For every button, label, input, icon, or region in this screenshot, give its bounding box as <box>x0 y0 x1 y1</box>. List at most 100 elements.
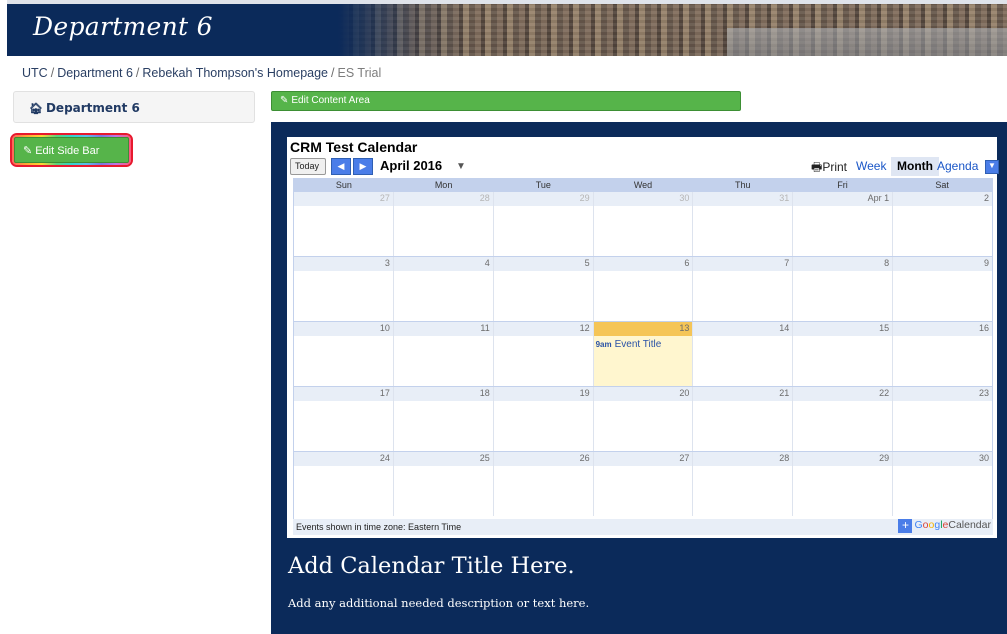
plus-icon: + <box>898 519 913 533</box>
calendar-day[interactable]: 20 <box>592 387 693 451</box>
day-header <box>893 192 993 206</box>
breadcrumb-separator: / <box>331 66 335 80</box>
day-header <box>294 387 393 401</box>
calendar-day[interactable]: 31 <box>692 192 793 256</box>
day-of-week-label: Fri <box>837 180 848 190</box>
print-button[interactable]: 🖶︎Print <box>811 158 847 179</box>
breadcrumb-separator: / <box>50 66 55 80</box>
day-number: 10 <box>379 323 390 333</box>
edit-side-bar-button[interactable]: ✎ Edit Side Bar <box>14 137 129 163</box>
day-number: 12 <box>579 323 590 333</box>
day-number: 9 <box>984 258 990 268</box>
calendar-day[interactable]: 7 <box>692 257 793 321</box>
calendar-day[interactable]: 25 <box>392 452 493 516</box>
calendar-day[interactable]: 28 <box>692 452 793 516</box>
calendar-day[interactable]: 30 <box>592 192 693 256</box>
calendar-day[interactable]: 30 <box>892 452 993 516</box>
sidebar-panel: 🏠︎ Department 6 <box>13 91 255 123</box>
calendar-week-row: 27 28 29 30 31 Apr 1 2 <box>294 191 993 256</box>
calendar-day[interactable]: 8 <box>792 257 893 321</box>
day-number: 24 <box>379 453 390 463</box>
header-photo <box>337 4 1007 56</box>
sidebar-title[interactable]: 🏠︎ Department 6 <box>29 101 140 115</box>
calendar-day[interactable]: 15 <box>792 322 893 386</box>
view-dropdown-icon[interactable]: ▼ <box>985 160 999 174</box>
day-header <box>893 452 993 466</box>
day-number: 15 <box>879 323 890 333</box>
calendar-day[interactable]: 26 <box>492 452 593 516</box>
breadcrumb-separator: / <box>135 66 140 80</box>
day-number: 30 <box>679 193 690 203</box>
calendar-day[interactable]: 9 <box>892 257 993 321</box>
day-header <box>793 387 893 401</box>
day-header <box>793 257 893 271</box>
calendar-day-today[interactable]: 13 9am Event Title <box>592 322 693 386</box>
calendar-day[interactable]: 24 <box>294 452 393 516</box>
day-header <box>793 322 893 336</box>
calendar-day[interactable]: 10 <box>294 322 393 386</box>
day-header <box>493 322 593 336</box>
calendar-day[interactable]: 19 <box>492 387 593 451</box>
calendar-day[interactable]: 28 <box>392 192 493 256</box>
calendar-day[interactable]: 27 <box>294 192 393 256</box>
calendar-day[interactable]: 18 <box>392 387 493 451</box>
tab-week[interactable]: Week <box>850 157 892 176</box>
day-header <box>793 452 893 466</box>
event-time: 9am <box>595 340 612 349</box>
calendar-day[interactable]: 16 <box>892 322 993 386</box>
calendar-day[interactable]: 3 <box>294 257 393 321</box>
day-of-week-header: Sun Mon Tue Wed Thu Fri Sat <box>294 179 992 191</box>
day-header <box>593 322 693 336</box>
timezone-note: Events shown in time zone: Eastern Time <box>296 522 462 532</box>
day-of-week-label: Wed <box>633 180 653 190</box>
calendar-heading: Add Calendar Title Here. <box>288 553 575 579</box>
home-icon: 🏠︎ <box>29 102 43 115</box>
calendar-day[interactable]: 6 <box>592 257 693 321</box>
calendar-day[interactable]: 14 <box>692 322 793 386</box>
day-header <box>393 387 493 401</box>
day-number: 6 <box>684 258 690 268</box>
calendar-day[interactable]: 17 <box>294 387 393 451</box>
day-number: 13 <box>679 323 690 333</box>
day-number: 20 <box>679 388 690 398</box>
calendar-day[interactable]: 22 <box>792 387 893 451</box>
today-button[interactable]: Today <box>290 158 326 175</box>
calendar-day[interactable]: 4 <box>392 257 493 321</box>
chevron-left-icon[interactable]: ◀ <box>331 158 351 175</box>
calendar-month-label[interactable]: April 2016 <box>380 158 442 173</box>
calendar-day[interactable]: 23 <box>892 387 993 451</box>
calendar-day[interactable]: 21 <box>692 387 793 451</box>
google-calendar-badge[interactable]: + GoogleCalendar <box>898 519 991 534</box>
day-header <box>393 322 493 336</box>
breadcrumb-link[interactable]: Department 6 <box>57 66 133 80</box>
breadcrumb-link[interactable]: Rebekah Thompson's Homepage <box>142 66 328 80</box>
day-number: Apr 1 <box>867 193 890 203</box>
edit-content-area-button[interactable]: ✎ Edit Content Area <box>271 91 741 111</box>
day-number: 28 <box>479 193 490 203</box>
calendar-day[interactable]: 29 <box>792 452 893 516</box>
day-header <box>893 322 993 336</box>
day-number: 22 <box>879 388 890 398</box>
calendar-day[interactable]: 27 <box>592 452 693 516</box>
tab-agenda[interactable]: Agenda <box>931 157 984 176</box>
calendar-day[interactable]: 5 <box>492 257 593 321</box>
day-of-week-label: Sun <box>335 180 352 190</box>
calendar-day[interactable]: 2 <box>892 192 993 256</box>
day-number: 21 <box>779 388 790 398</box>
calendar-day[interactable]: 11 <box>392 322 493 386</box>
calendar-day[interactable]: 29 <box>492 192 593 256</box>
calendar-day[interactable]: 12 <box>492 322 593 386</box>
calendar-day[interactable]: Apr 1 <box>792 192 893 256</box>
event-title: Event Title <box>614 339 662 350</box>
caret-down-icon[interactable]: ▼ <box>456 161 466 172</box>
chevron-right-icon[interactable]: ▶ <box>353 158 373 175</box>
breadcrumb-current: ES Trial <box>337 66 382 80</box>
day-header <box>693 452 793 466</box>
day-number: 16 <box>979 323 990 333</box>
day-header <box>593 257 693 271</box>
day-number: 30 <box>979 453 990 463</box>
day-of-week-label: Sat <box>935 180 949 190</box>
site-title[interactable]: Department 6 <box>33 12 213 41</box>
calendar-event[interactable]: 9am Event Title <box>596 339 662 350</box>
breadcrumb-link[interactable]: UTC <box>22 66 48 80</box>
